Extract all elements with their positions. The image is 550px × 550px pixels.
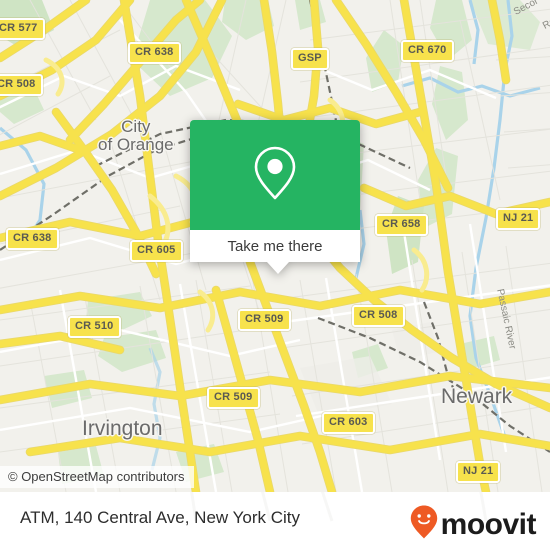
road-shield: GSP xyxy=(291,48,329,70)
popup-header xyxy=(190,120,360,230)
moovit-logo[interactable]: moovit xyxy=(410,505,537,544)
moovit-wordmark: moovit xyxy=(440,507,537,541)
road-shield: CR 638 xyxy=(128,42,181,64)
road-shield: CR 508 xyxy=(0,74,43,96)
road-shield: CR 670 xyxy=(401,40,454,62)
map-pin-icon xyxy=(252,144,298,207)
road-shield: CR 509 xyxy=(207,387,260,409)
road-shield: NJ 21 xyxy=(496,208,541,230)
place-label: Newark xyxy=(441,385,513,408)
road-shield: CR 603 xyxy=(322,412,375,434)
take-me-there-label: Take me there xyxy=(227,237,323,255)
location-title: ATM, 140 Central Ave, New York City xyxy=(20,508,300,528)
location-title-text: ATM, 140 Central Ave, New York City xyxy=(20,508,300,527)
road-shield: CR 658 xyxy=(375,214,428,236)
road-shield: NJ 21 xyxy=(456,461,501,483)
moovit-pin-smile-icon xyxy=(410,505,438,544)
road-shield: CR 510 xyxy=(68,316,121,338)
road-shield: CR 605 xyxy=(130,240,183,262)
road-shield: CR 577 xyxy=(0,18,45,40)
popup-pointer-tail xyxy=(267,262,289,274)
location-popup-card[interactable]: Take me there xyxy=(190,120,360,274)
road-shield: CR 509 xyxy=(238,309,291,331)
road-shield: CR 508 xyxy=(352,305,405,327)
bottom-info-bar: ATM, 140 Central Ave, New York City moov… xyxy=(0,492,550,550)
place-label: Irvington xyxy=(82,417,163,440)
take-me-there-button[interactable]: Take me there xyxy=(190,230,360,262)
place-label: City of Orange xyxy=(98,117,174,154)
attribution-label: © OpenStreetMap contributors xyxy=(8,469,185,484)
road-shield: CR 638 xyxy=(6,228,59,250)
map-attribution[interactable]: © OpenStreetMap contributors xyxy=(0,466,194,488)
map-canvas[interactable]: .r-major{stroke:#f7e24c;stroke-width:7;f… xyxy=(0,0,550,492)
